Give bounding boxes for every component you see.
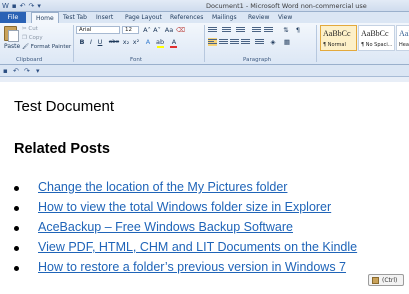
- title-bar: W ▪ ↶ ↷ ▾ Document1 - Microsoft Word non…: [0, 0, 409, 12]
- numbering-icon[interactable]: [222, 26, 231, 34]
- change-case-button[interactable]: Aa: [164, 26, 174, 34]
- borders-icon[interactable]: ▦: [283, 38, 291, 46]
- tab-test-tab[interactable]: Test Tab: [63, 12, 87, 23]
- copy-button[interactable]: ❐ Copy: [22, 35, 43, 41]
- superscript-button[interactable]: x²: [132, 38, 140, 46]
- post-link[interactable]: Change the location of the My Pictures f…: [38, 180, 287, 194]
- strikethrough-button[interactable]: abe: [108, 38, 120, 46]
- tab-mailings[interactable]: Mailings: [212, 12, 237, 23]
- align-right-icon[interactable]: [230, 38, 239, 46]
- redo-icon[interactable]: ↷: [24, 66, 30, 76]
- subscript-button[interactable]: x₂: [122, 38, 130, 46]
- clipboard-icon: [372, 277, 379, 284]
- post-link[interactable]: AceBackup – Free Windows Backup Software: [38, 220, 293, 234]
- bullets-icon[interactable]: [208, 26, 217, 34]
- style-sample: AaBbC: [399, 29, 409, 38]
- redo-icon[interactable]: ↷: [29, 1, 35, 11]
- clear-formatting-icon[interactable]: ⌫: [176, 26, 185, 34]
- grow-font-button[interactable]: A˄: [143, 26, 151, 34]
- justify-icon[interactable]: [241, 38, 250, 46]
- font-color-bar: [170, 46, 177, 48]
- save-icon[interactable]: ▪: [12, 1, 17, 11]
- cut-label: Cut: [28, 26, 38, 32]
- post-link[interactable]: How to view the total Windows folder siz…: [38, 200, 331, 214]
- highlight-icon[interactable]: ab: [156, 38, 164, 46]
- document-page[interactable]: Test Document Related Posts Change the l…: [0, 82, 409, 294]
- customize-qat-icon[interactable]: ▾: [36, 66, 40, 76]
- style-sample: AaBbCc: [323, 29, 351, 38]
- ribbon: Paste ✂ Cut ❐ Copy 🖌 Format Painter Clip…: [0, 23, 409, 65]
- style-name: ¶ No Spaci...: [361, 42, 393, 48]
- copy-label: Copy: [28, 35, 43, 41]
- ribbon-separator: [73, 25, 74, 62]
- format-painter-button[interactable]: 🖌 Format Painter: [22, 44, 71, 50]
- align-center-icon[interactable]: [219, 38, 228, 46]
- style-sample: AaBbCc: [361, 29, 389, 38]
- decrease-indent-icon[interactable]: [252, 26, 261, 34]
- font-group-label: Font: [130, 57, 142, 63]
- style-heading[interactable]: AaBbC Hea: [396, 25, 409, 51]
- multilevel-list-icon[interactable]: [236, 26, 245, 34]
- align-left-icon[interactable]: [208, 38, 217, 46]
- tab-view[interactable]: View: [278, 12, 292, 23]
- window-title: Document1 - Microsoft Word non-commercia…: [206, 2, 367, 10]
- paragraph-group-label: Paragraph: [243, 57, 272, 63]
- font-color-icon[interactable]: A: [170, 38, 178, 46]
- title-quick-access: W ▪ ↶ ↷ ▾: [2, 1, 41, 11]
- tab-file[interactable]: File: [0, 12, 26, 23]
- ribbon-tabs: File Home Test Tab Insert Page Layout Re…: [0, 12, 409, 23]
- shading-icon[interactable]: ◈: [269, 38, 277, 46]
- quick-access-toolbar: ▪ ↶ ↷ ▾: [0, 65, 409, 77]
- bold-button[interactable]: B: [78, 38, 86, 46]
- ribbon-separator: [316, 25, 317, 62]
- paste-options-button[interactable]: (Ctrl): [368, 274, 404, 286]
- style-name: ¶ Normal: [323, 42, 346, 48]
- style-name: Hea: [399, 42, 409, 48]
- bullet-icon: [14, 186, 19, 191]
- post-link[interactable]: How to restore a folder’s previous versi…: [38, 260, 346, 274]
- undo-icon[interactable]: ↶: [20, 1, 26, 11]
- tab-references[interactable]: References: [170, 12, 203, 23]
- clipboard-group-label: Clipboard: [16, 57, 43, 63]
- paste-button[interactable]: Paste: [4, 43, 20, 50]
- word-logo-icon[interactable]: W: [2, 1, 9, 11]
- highlight-color-bar: [157, 46, 164, 48]
- bullet-icon: [14, 246, 19, 251]
- format-painter-label: Format Painter: [30, 44, 72, 50]
- bullet-icon: [14, 226, 19, 231]
- style-no-spacing[interactable]: AaBbCc ¶ No Spaci...: [358, 25, 395, 51]
- shrink-font-button[interactable]: A˅: [153, 26, 161, 34]
- style-normal[interactable]: AaBbCc ¶ Normal: [320, 25, 357, 51]
- tab-review[interactable]: Review: [248, 12, 269, 23]
- paste-icon[interactable]: [4, 26, 19, 42]
- text-effects-icon[interactable]: A: [144, 38, 152, 46]
- sort-icon[interactable]: ⇅: [282, 26, 290, 34]
- undo-icon[interactable]: ↶: [13, 66, 19, 76]
- paste-options-label: (Ctrl): [382, 277, 398, 284]
- bullet-icon: [14, 266, 19, 271]
- show-formatting-button[interactable]: ¶: [294, 26, 302, 34]
- bullet-icon: [14, 206, 19, 211]
- line-spacing-icon[interactable]: [255, 38, 264, 46]
- customize-qat-icon[interactable]: ▾: [37, 1, 41, 11]
- tab-home[interactable]: Home: [31, 12, 59, 23]
- increase-indent-icon[interactable]: [264, 26, 273, 34]
- font-size-select[interactable]: 12: [122, 26, 139, 34]
- post-link[interactable]: View PDF, HTML, CHM and LIT Documents on…: [38, 240, 357, 254]
- save-icon[interactable]: ▪: [3, 66, 8, 76]
- tab-page-layout[interactable]: Page Layout: [125, 12, 162, 23]
- italic-button[interactable]: I: [87, 38, 95, 46]
- ribbon-separator: [204, 25, 205, 62]
- document-title: Test Document: [14, 98, 115, 115]
- related-posts-heading: Related Posts: [14, 141, 110, 157]
- underline-button[interactable]: U: [96, 38, 104, 46]
- tab-insert[interactable]: Insert: [96, 12, 113, 23]
- cut-button[interactable]: ✂ Cut: [22, 26, 38, 32]
- font-name-select[interactable]: Arial: [76, 26, 120, 34]
